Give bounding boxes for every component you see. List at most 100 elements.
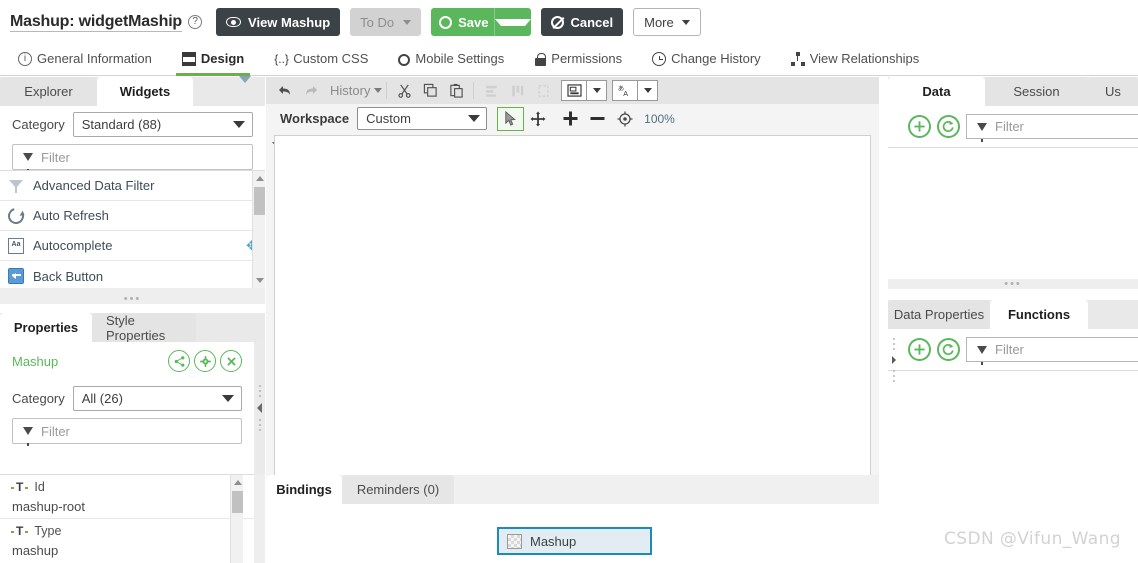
tab-style-properties[interactable]: Style Properties xyxy=(92,313,196,343)
widgets-category-select[interactable]: Standard (88) xyxy=(72,112,253,137)
save-button[interactable]: Save xyxy=(431,8,532,36)
properties-category-select[interactable]: All (26) xyxy=(72,386,242,411)
functions-panel-collapse-handle[interactable] xyxy=(888,330,899,390)
align-horizontal-button[interactable] xyxy=(478,79,504,102)
table-row[interactable]: T Id mashup-root xyxy=(0,475,254,519)
tab-explorer[interactable]: Explorer xyxy=(0,77,97,106)
tab-label: Explorer xyxy=(24,84,73,99)
cancel-button[interactable]: Cancel xyxy=(541,8,624,36)
tab-custom-css[interactable]: {..} Custom CSS xyxy=(274,44,368,76)
scroll-up-icon[interactable] xyxy=(234,480,242,485)
paste-button[interactable] xyxy=(443,79,469,102)
language-dropdown[interactable]: あ A xyxy=(612,80,659,101)
eye-icon xyxy=(226,17,242,27)
tab-session[interactable]: Session xyxy=(985,77,1088,106)
view-mashup-button[interactable]: View Mashup xyxy=(216,8,341,36)
tab-label: Data xyxy=(922,84,951,99)
refresh-circle-icon xyxy=(942,120,954,132)
share-button[interactable] xyxy=(168,350,190,372)
zoom-in-button[interactable] xyxy=(557,107,584,131)
chevron-down-icon[interactable] xyxy=(239,76,257,101)
list-item[interactable]: Aa Autocomplete ✥ xyxy=(0,231,265,261)
tab-user[interactable]: Us xyxy=(1088,77,1138,106)
list-item[interactable]: Auto Refresh xyxy=(0,201,265,231)
tab-label: General Information xyxy=(37,51,152,66)
property-list-scrollbar[interactable] xyxy=(230,475,243,563)
undo-button[interactable] xyxy=(272,79,298,102)
to-do-button[interactable]: To Do xyxy=(350,8,422,36)
history-label[interactable]: History xyxy=(330,83,370,98)
property-rows[interactable]: T Id mashup-root T Type mashup xyxy=(0,474,254,563)
data-filter-placeholder: Filter xyxy=(995,119,1024,134)
refresh-data-button[interactable] xyxy=(937,115,960,138)
cut-button[interactable] xyxy=(391,79,417,102)
tab-data-properties[interactable]: Data Properties xyxy=(888,300,990,329)
widgets-filter-input[interactable]: Filter xyxy=(12,144,253,172)
cancel-label: Cancel xyxy=(570,14,614,30)
properties-category-value: All (26) xyxy=(81,391,123,406)
tab-label: Design xyxy=(200,51,245,66)
properties-panel-collapse-handle[interactable] xyxy=(254,342,265,474)
more-button[interactable]: More xyxy=(633,8,701,36)
tab-view-relationships[interactable]: View Relationships xyxy=(790,44,919,76)
zoom-reset-icon xyxy=(617,111,633,126)
tab-design[interactable]: Design xyxy=(175,44,251,76)
tab-functions[interactable]: Functions xyxy=(990,300,1088,329)
fit-button[interactable] xyxy=(530,79,556,102)
question-circle-icon[interactable]: ? xyxy=(188,15,203,29)
tab-widgets[interactable]: Widgets xyxy=(97,77,193,106)
add-function-button[interactable] xyxy=(908,338,931,361)
widget-list-scrollbar[interactable] xyxy=(252,171,265,288)
mashup-canvas[interactable] xyxy=(274,135,871,533)
binding-node-label: Mashup xyxy=(530,533,577,549)
properties-filter-input[interactable]: Filter xyxy=(12,418,242,446)
data-filter-input[interactable]: Filter xyxy=(966,114,1138,142)
chevron-down-icon xyxy=(222,395,234,402)
chevron-down-icon[interactable] xyxy=(587,81,606,100)
tab-permissions[interactable]: Permissions xyxy=(534,44,622,76)
add-data-button[interactable] xyxy=(908,115,931,138)
workspace-select[interactable]: Custom xyxy=(357,107,488,130)
tab-data[interactable]: Data xyxy=(888,77,985,106)
pan-tool-button[interactable] xyxy=(524,107,551,131)
table-row[interactable]: T Type mashup xyxy=(0,519,254,562)
data-panel-tabs: Data Session Us xyxy=(888,77,1138,106)
chevron-down-icon[interactable] xyxy=(638,81,657,100)
bindings-diagram[interactable]: Mashup xyxy=(266,504,879,563)
widgets-panel-resize-grip[interactable]: ••• xyxy=(0,293,265,305)
tab-general-information[interactable]: i General Information xyxy=(18,44,152,76)
tab-label: Custom CSS xyxy=(293,51,369,66)
scrollbar-thumb[interactable] xyxy=(232,491,243,513)
tab-properties[interactable]: Properties xyxy=(0,313,92,342)
close-button[interactable] xyxy=(220,350,242,372)
list-item[interactable]: Back Button xyxy=(0,261,265,288)
functions-filter-input[interactable]: Filter xyxy=(966,337,1138,365)
refresh-functions-button[interactable] xyxy=(937,338,960,361)
data-panel-resize-grip[interactable]: ••• xyxy=(888,278,1138,290)
scroll-down-icon[interactable] xyxy=(256,278,264,283)
properties-panel-tabs: Properties Style Properties xyxy=(0,313,265,343)
widget-list[interactable]: Advanced Data Filter Auto Refresh Aa Aut… xyxy=(0,170,265,288)
layout-dropdown[interactable] xyxy=(561,80,608,101)
zoom-out-button[interactable] xyxy=(584,107,611,131)
redo-button[interactable] xyxy=(298,79,324,102)
chevron-down-icon[interactable] xyxy=(374,88,383,93)
align-vertical-button[interactable] xyxy=(504,79,530,102)
zoom-reset-button[interactable] xyxy=(611,107,638,131)
copy-button[interactable] xyxy=(417,79,443,102)
tab-reminders[interactable]: Reminders (0) xyxy=(342,475,454,504)
select-tool-button[interactable] xyxy=(497,106,525,131)
plus-circle-icon xyxy=(914,121,925,132)
tab-bindings[interactable]: Bindings xyxy=(266,475,342,504)
workspace-value: Custom xyxy=(366,111,411,126)
list-item[interactable]: Advanced Data Filter xyxy=(0,171,265,201)
scrollbar-thumb[interactable] xyxy=(254,187,265,215)
tab-mobile-settings[interactable]: Mobile Settings xyxy=(398,44,504,76)
configure-button[interactable] xyxy=(194,350,216,372)
property-key: Type xyxy=(34,524,62,538)
tab-change-history[interactable]: Change History xyxy=(652,44,761,76)
binding-node-mashup[interactable]: Mashup xyxy=(497,527,652,555)
scroll-up-icon[interactable] xyxy=(256,176,264,181)
cursor-select-icon xyxy=(505,110,517,126)
save-dropdown-icon[interactable] xyxy=(495,18,532,26)
